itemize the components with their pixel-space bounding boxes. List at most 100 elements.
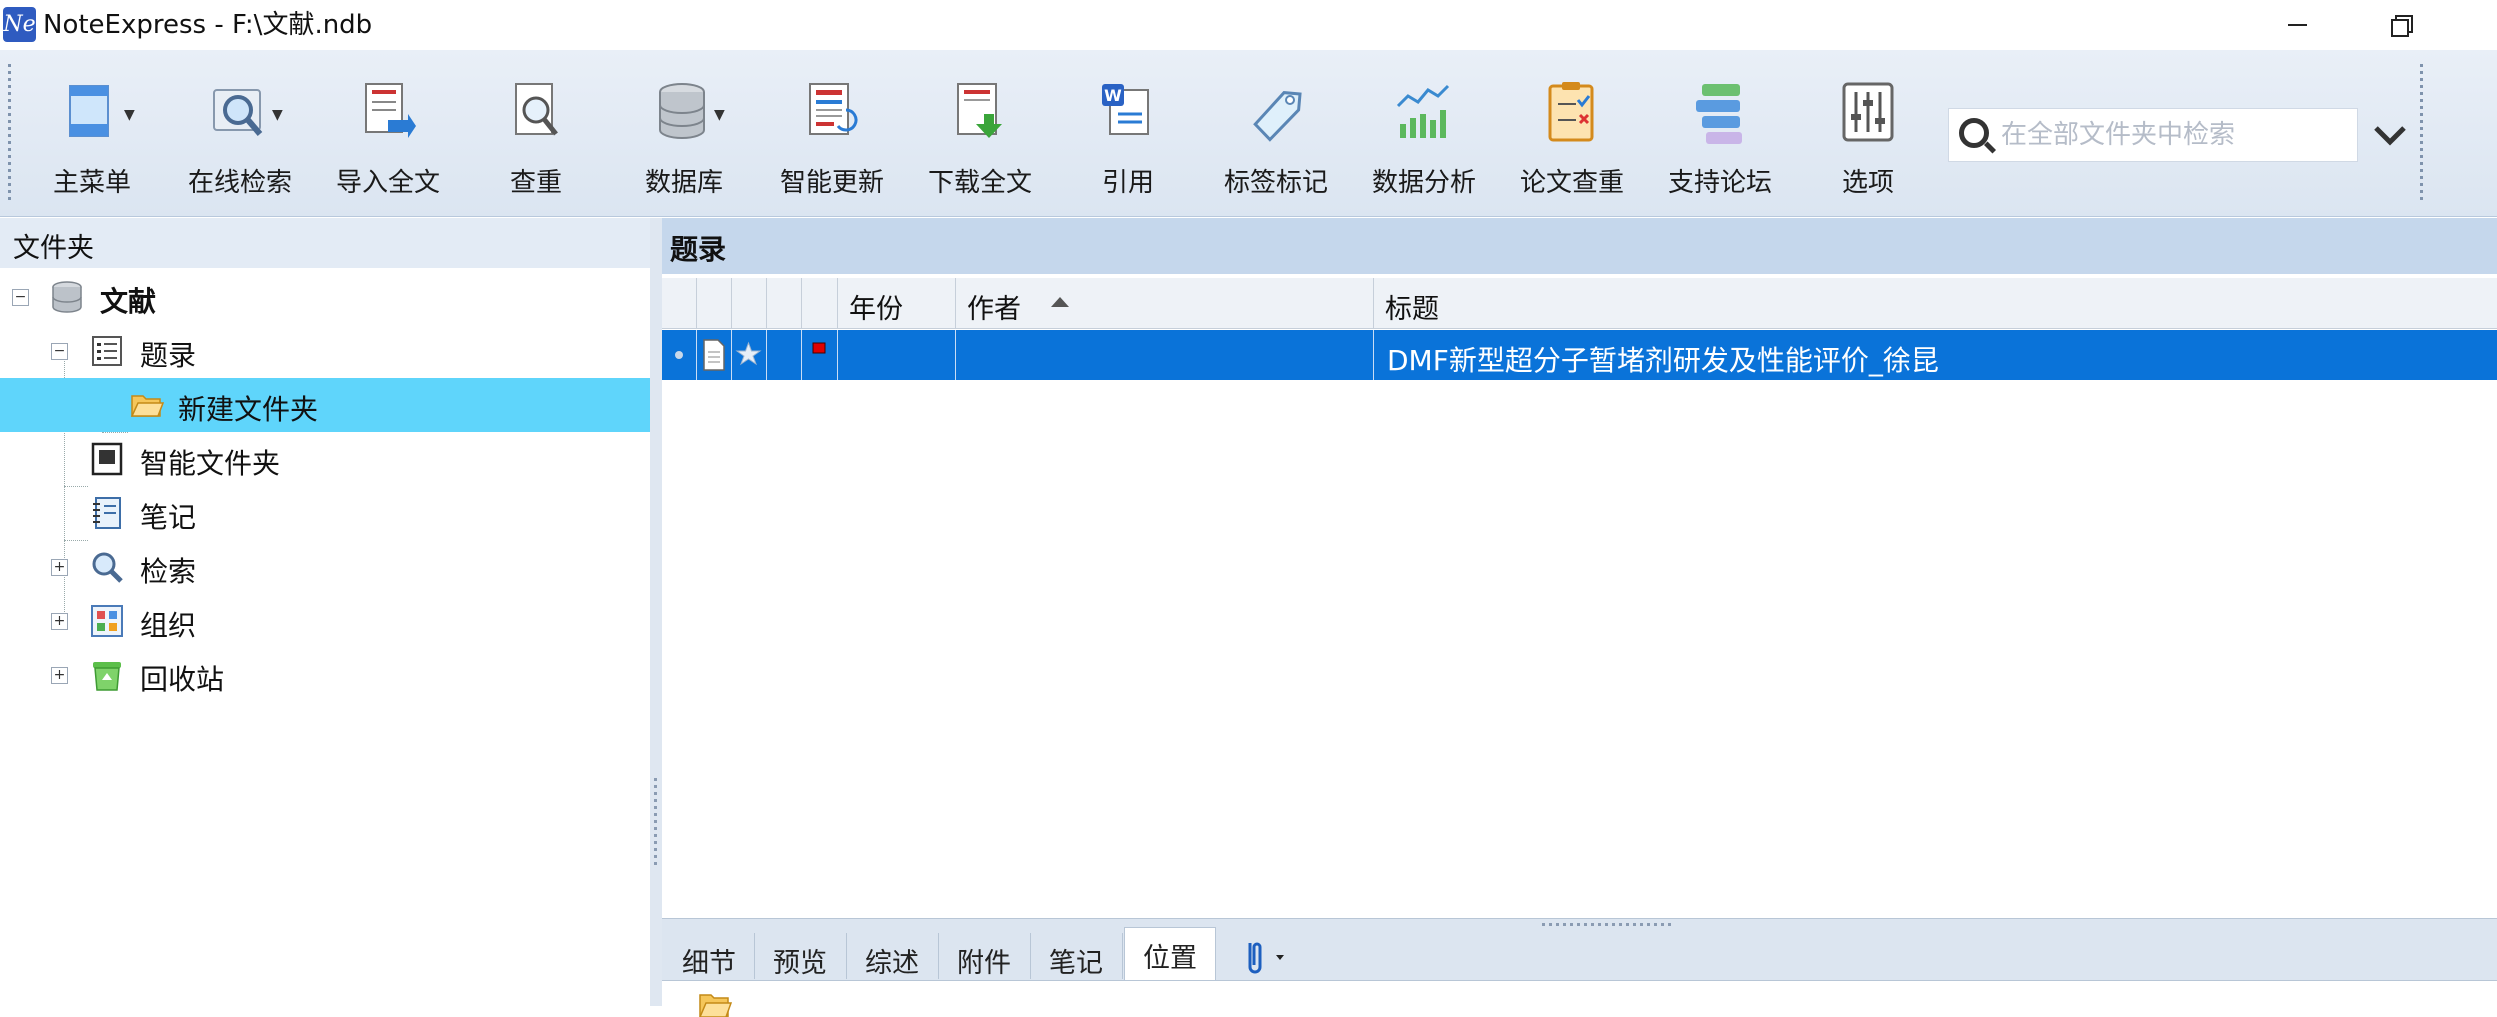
tab-location[interactable]: 位置 (1124, 927, 1216, 982)
location-tab-content (662, 980, 2497, 1017)
tree-item-organize[interactable]: + 组织 (0, 594, 650, 648)
priority-cell (766, 330, 802, 380)
options-icon (1842, 82, 1894, 142)
tree-item-literature[interactable]: − 文献 (0, 270, 650, 324)
smart-update-button[interactable]: 智能更新 (762, 70, 902, 200)
main-menu-dropdown-icon[interactable]: ▼ (124, 107, 135, 123)
pane-splitter[interactable] (650, 218, 662, 1006)
download-fulltext-icon (957, 83, 1002, 138)
search-box[interactable] (1948, 108, 2358, 162)
tag-button[interactable]: 标签标记 (1206, 70, 1346, 200)
forum-label: 支持论坛 (1667, 168, 1772, 198)
column-header-flag[interactable] (801, 278, 838, 328)
attachment-menu-button[interactable] (1218, 933, 1308, 979)
expand-toggle[interactable]: + (51, 559, 68, 576)
star-cell[interactable] (731, 330, 767, 380)
records-pane: 题录 年份 作者 标题 DMF新型超分子暂堵剂研发及性能评价_徐昆 细节 预览 … (662, 218, 2497, 1017)
check-duplicate-icon (515, 83, 558, 136)
tree-item-new-folder[interactable]: 新建文件夹 (0, 378, 650, 432)
data-analysis-icon (1396, 84, 1450, 138)
import-fulltext-icon (365, 83, 416, 138)
organize-icon (91, 605, 123, 637)
column-header-star[interactable] (731, 278, 767, 328)
tree-item-search[interactable]: + 检索 (0, 540, 650, 594)
folder-pane-header: 文件夹 (0, 218, 650, 268)
resize-grip[interactable] (1542, 923, 1672, 926)
red-flag-icon (812, 342, 826, 354)
collapse-toggle[interactable]: − (51, 343, 68, 360)
cite-label: 引用 (1101, 168, 1154, 198)
online-search-button[interactable]: ▼ 在线检索 (170, 70, 310, 200)
forum-button[interactable]: 支持论坛 (1650, 70, 1790, 200)
tab-label: 位置 (1143, 943, 1197, 974)
tab-label: 综述 (865, 948, 919, 979)
star-icon (735, 341, 762, 366)
tab-notes[interactable]: 笔记 (1030, 933, 1123, 979)
tab-attachments[interactable]: 附件 (938, 933, 1031, 979)
tree-item-records[interactable]: − 题录 (0, 324, 650, 378)
column-header-author[interactable]: 作者 (955, 278, 1374, 328)
folder-pane: 文件夹 − 文献 − 题录 新建文件夹 智能文件夹 笔记 + 检索 + 组织 +… (0, 218, 650, 1006)
import-fulltext-button[interactable]: 导入全文 (318, 70, 458, 200)
database-button[interactable]: ▼ 数据库 (614, 70, 754, 200)
tab-label: 细节 (682, 948, 736, 979)
column-header-read-status[interactable] (662, 278, 697, 328)
tab-summary[interactable]: 综述 (846, 933, 939, 979)
check-duplicate-button[interactable]: 查重 (466, 70, 606, 200)
online-search-dropdown-icon[interactable]: ▼ (272, 107, 283, 123)
tab-label: 预览 (773, 948, 827, 979)
flag-cell[interactable] (801, 330, 838, 380)
column-header-year[interactable]: 年份 (837, 278, 956, 328)
attachment-cell (696, 330, 732, 380)
toolbar-grip[interactable] (8, 64, 11, 200)
tree-item-notes[interactable]: 笔记 (0, 486, 650, 540)
tree-item-recycle-bin[interactable]: + 回收站 (0, 648, 650, 702)
tab-details[interactable]: 细节 (664, 933, 755, 979)
restore-button[interactable] (2345, 0, 2455, 50)
read-status-cell (662, 330, 697, 380)
check-duplicate-label: 查重 (509, 168, 562, 198)
data-analysis-button[interactable]: 数据分析 (1354, 70, 1494, 200)
toolbar-grip[interactable] (2420, 64, 2423, 200)
column-header-title[interactable]: 标题 (1373, 278, 2497, 328)
collapse-toggle[interactable]: − (12, 289, 29, 306)
tab-label: 笔记 (1049, 948, 1103, 979)
online-search-label: 在线检索 (187, 168, 292, 198)
cite-button[interactable]: W 引用 (1058, 70, 1198, 200)
cite-icon: W (1102, 84, 1149, 135)
main-menu-button[interactable]: ▼ 主菜单 (22, 70, 162, 200)
search-icon (1959, 118, 1989, 148)
tag-label: 标签标记 (1223, 168, 1328, 198)
tab-preview[interactable]: 预览 (754, 933, 847, 979)
column-label: 年份 (849, 294, 903, 325)
smart-update-icon (809, 83, 858, 135)
smart-folder-icon (91, 442, 123, 476)
tree-item-label: 题录 (140, 339, 197, 372)
database-icon (52, 281, 82, 313)
tree-item-label: 笔记 (140, 501, 197, 534)
cell-text: DMF新型超分子暂堵剂研发及性能评价_徐昆 (1387, 344, 1939, 377)
table-row[interactable]: DMF新型超分子暂堵剂研发及性能评价_徐昆 (662, 330, 2497, 380)
options-button[interactable]: 选项 (1798, 70, 1938, 200)
options-label: 选项 (1841, 168, 1894, 198)
search-input[interactable] (1999, 109, 2353, 161)
download-fulltext-button[interactable]: 下载全文 (910, 70, 1050, 200)
tree-item-smart-folder[interactable]: 智能文件夹 (0, 432, 650, 486)
title-cell: DMF新型超分子暂堵剂研发及性能评价_徐昆 (1373, 330, 2497, 380)
chevron-down-icon[interactable] (2366, 116, 2414, 156)
main-toolbar: ▼ 主菜单 ▼ 在线检索 导入全文 查重 ▼ 数据库 智能更新 下载全文 W 引… (0, 50, 2497, 217)
column-header-priority[interactable] (766, 278, 802, 328)
paperclip-icon (1248, 942, 1284, 974)
list-icon (92, 336, 122, 366)
read-dot-icon (675, 351, 683, 359)
expand-toggle[interactable]: + (51, 613, 68, 630)
minimize-button[interactable] (2240, 0, 2350, 50)
database-dropdown-icon[interactable]: ▼ (714, 107, 725, 123)
column-header-attachment[interactable] (696, 278, 732, 328)
records-pane-title: 题录 (670, 233, 727, 266)
data-analysis-label: 数据分析 (1371, 168, 1476, 198)
title-bar: Ne NoteExpress - F:\文献.ndb (0, 0, 2497, 50)
expand-toggle[interactable]: + (51, 667, 68, 684)
close-button[interactable] (2450, 0, 2497, 50)
paper-check-button[interactable]: 论文查重 (1502, 70, 1642, 200)
